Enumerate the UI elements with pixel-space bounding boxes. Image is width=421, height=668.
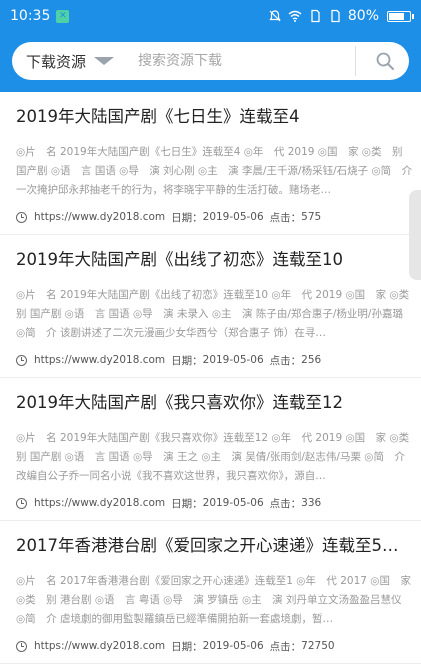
list-item[interactable]: 2019年大陆国产剧《七日生》连载至4 ◎片 名 2019年大陆国产剧《七日生》连… <box>0 92 421 235</box>
search-button[interactable] <box>355 46 395 76</box>
item-meta: https://www.dy2018.com 日期： 2019-05-06 点击： 72… <box>16 629 413 663</box>
list-item[interactable]: 2019年大陆国产剧《出线了初恋》连载至10 ◎片 名 2019年大陆国产剧《出线… <box>0 235 421 378</box>
item-meta: https://www.dy2018.com 日期： 2019-05-06 点击： 57… <box>16 200 413 234</box>
item-clicks-label: 点击： <box>269 354 302 367</box>
clock-icon <box>16 497 27 509</box>
dnd-icon <box>269 10 281 22</box>
item-title[interactable]: 2019年大陆国产剧《七日生》连载至4 <box>16 105 413 129</box>
item-description: ◎片 名 2019年大陆国产剧《我只喜欢你》连载至12 ◎年 代 2019 ◎国… <box>16 432 413 482</box>
item-title[interactable]: 2019年大陆国产剧《出线了初恋》连载至10 <box>16 248 413 272</box>
item-date: 2019-05-06 <box>202 354 264 366</box>
list-item[interactable]: 2017年香港港台剧《爱回家之开心速递》连载至5… ◎片 名 2017年香港港台剧… <box>0 521 421 664</box>
item-date-label: 日期： <box>171 497 203 510</box>
item-url: https://www.dy2018.com <box>34 354 166 366</box>
item-date-label: 日期： <box>171 640 203 653</box>
item-description: ◎片 名 2017年香港港台剧《爱回家之开心速递》连载至1 ◎年 代 2017 … <box>16 575 411 625</box>
notification-app-icon: ✕ <box>56 9 70 23</box>
item-title[interactable]: 2019年大陆国产剧《我只喜欢你》连载至12 <box>16 391 413 415</box>
item-url: https://www.dy2018.com <box>34 640 166 652</box>
resource-list: 2019年大陆国产剧《七日生》连载至4 ◎片 名 2019年大陆国产剧《七日生》连… <box>0 92 421 664</box>
item-clicks-label: 点击： <box>269 640 302 653</box>
status-bar: 10:35 ✕ 80% <box>0 0 421 32</box>
item-clicks: 72750 <box>301 640 335 652</box>
battery-icon <box>387 10 414 22</box>
clock-icon <box>16 354 27 366</box>
list-item[interactable]: 2019年大陆国产剧《我只喜欢你》连载至12 ◎片 名 2019年大陆国产剧《我只… <box>0 378 421 521</box>
item-clicks-label: 点击： <box>269 497 302 510</box>
status-time: 10:35 <box>10 8 51 24</box>
sim-icon <box>311 9 320 23</box>
clock-icon <box>16 640 27 652</box>
item-meta: https://www.dy2018.com 日期： 2019-05-06 点击： 33… <box>16 486 413 520</box>
item-clicks-label: 点击： <box>269 211 302 224</box>
item-date: 2019-05-06 <box>202 497 264 509</box>
status-icons: 80% <box>268 8 414 24</box>
item-date-label: 日期： <box>171 354 203 367</box>
search-header: 下载资源 <box>0 32 421 92</box>
category-label: 下载资源 <box>26 52 87 71</box>
search-input[interactable] <box>138 53 329 69</box>
item-meta: https://www.dy2018.com 日期： 2019-05-06 点击： 25… <box>16 343 413 377</box>
item-clicks: 256 <box>301 354 322 366</box>
side-pull-tab[interactable] <box>409 190 421 280</box>
item-clicks: 575 <box>301 211 322 223</box>
wifi-icon <box>288 10 302 22</box>
magnifier-icon <box>376 52 394 70</box>
search-box: 下载资源 <box>12 42 409 80</box>
clock-icon <box>16 211 27 223</box>
item-url: https://www.dy2018.com <box>34 211 166 223</box>
item-url: https://www.dy2018.com <box>34 497 166 509</box>
dropdown-arrow-icon <box>94 57 115 65</box>
item-date: 2019-05-06 <box>202 211 264 223</box>
item-date-label: 日期： <box>171 211 203 224</box>
sim2-icon <box>331 9 340 23</box>
item-clicks: 336 <box>301 497 322 509</box>
item-date: 2019-05-06 <box>202 640 264 652</box>
item-title[interactable]: 2017年香港港台剧《爱回家之开心速递》连载至5… <box>16 534 413 558</box>
battery-percent: 80% <box>347 8 379 24</box>
category-dropdown[interactable]: 下载资源 <box>26 51 115 72</box>
item-description: ◎片 名 2019年大陆国产剧《出线了初恋》连载至10 ◎年 代 2019 ◎国… <box>16 289 413 339</box>
item-description: ◎片 名 2019年大陆国产剧《七日生》连载至4 ◎年 代 2019 ◎国 家 … <box>16 146 413 196</box>
